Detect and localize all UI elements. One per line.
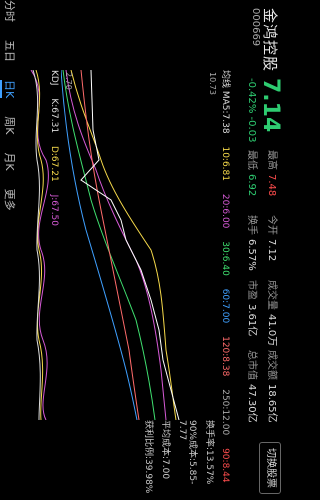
tab-2[interactable]: 日K [0, 80, 19, 99]
kdj-legend: KDJ K:67.31 D:67.21 J:67.50 [49, 70, 59, 236]
tab-4[interactable]: 月K [0, 152, 19, 170]
stat-open: 今开7.12 [266, 215, 277, 262]
stat-mktcap: 总市值47.30亿 [246, 350, 257, 423]
ma5: 均线 MA5:7.38 [220, 70, 230, 134]
cost-panel: 换手率:13.57% 90%成本:5.85-7.77 平均成本:7.00 获利比… [21, 420, 221, 500]
panel-row-4: 获利比例:39.98% [143, 420, 153, 494]
ma30: 30:6.40 [220, 241, 230, 276]
stat-high: 最高7.48 [266, 150, 277, 197]
panel-row-1: 换手率:13.57% [204, 420, 214, 485]
stat-pe: 市盈3.61亿 [246, 280, 257, 337]
panel-row-3: 平均成本:7.00 [160, 420, 170, 480]
stat-amount: 成交额18.65亿 [266, 350, 277, 423]
axis-top: 10.73 [208, 72, 217, 95]
kdj-k: K:67.31 [49, 98, 59, 134]
kdj-label: KDJ [49, 70, 59, 86]
ma10: 10:6.81 [220, 146, 230, 181]
stock-change: -0.42% -0.03 [246, 78, 257, 143]
ma-legend: 均线 MA5:7.38 10:6.81 20:6.00 30:6.40 60:7… [220, 70, 233, 493]
tab-5[interactable]: 更多 [0, 189, 19, 211]
kdj-j: J:67.50 [49, 194, 59, 227]
stock-app: 金鸿控股 000669 7.14 -0.42% -0.03 最高7.48 今开7… [0, 0, 287, 500]
stock-name: 金鸿控股 [261, 8, 279, 73]
ma20: 20:6.00 [220, 193, 230, 229]
tab-1[interactable]: 五日 [0, 40, 19, 62]
ma250: 250:12.00 [220, 389, 230, 436]
kdj-d: D:67.21 [49, 145, 59, 182]
kline-chart[interactable] [61, 70, 221, 420]
switch-stock-button[interactable]: 切换股票 [259, 442, 281, 494]
tab-3[interactable]: 周K [0, 116, 19, 134]
tab-0[interactable]: 分时 [0, 0, 19, 22]
ma120: 120:8.38 [220, 336, 230, 377]
axis-bottom: 2.70 [64, 72, 73, 90]
stock-code: 000669 [250, 8, 261, 47]
stock-price: 7.14 [258, 78, 283, 133]
panel-row-2: 90%成本:5.85-7.77 [177, 420, 197, 485]
ma-extra: 90:8.44 [220, 448, 230, 483]
stat-low: 最低6.92 [246, 150, 257, 197]
phone-screen: 金鸿控股 000669 7.14 -0.42% -0.03 最高7.48 今开7… [0, 0, 287, 500]
stat-volume: 成交量41.0万 [266, 280, 277, 347]
period-tabs: 分时五日日K 周K 月K 更多 [0, 0, 19, 500]
stat-turnover: 换手6.57% [246, 215, 257, 271]
ma60: 60:7.00 [220, 288, 230, 324]
